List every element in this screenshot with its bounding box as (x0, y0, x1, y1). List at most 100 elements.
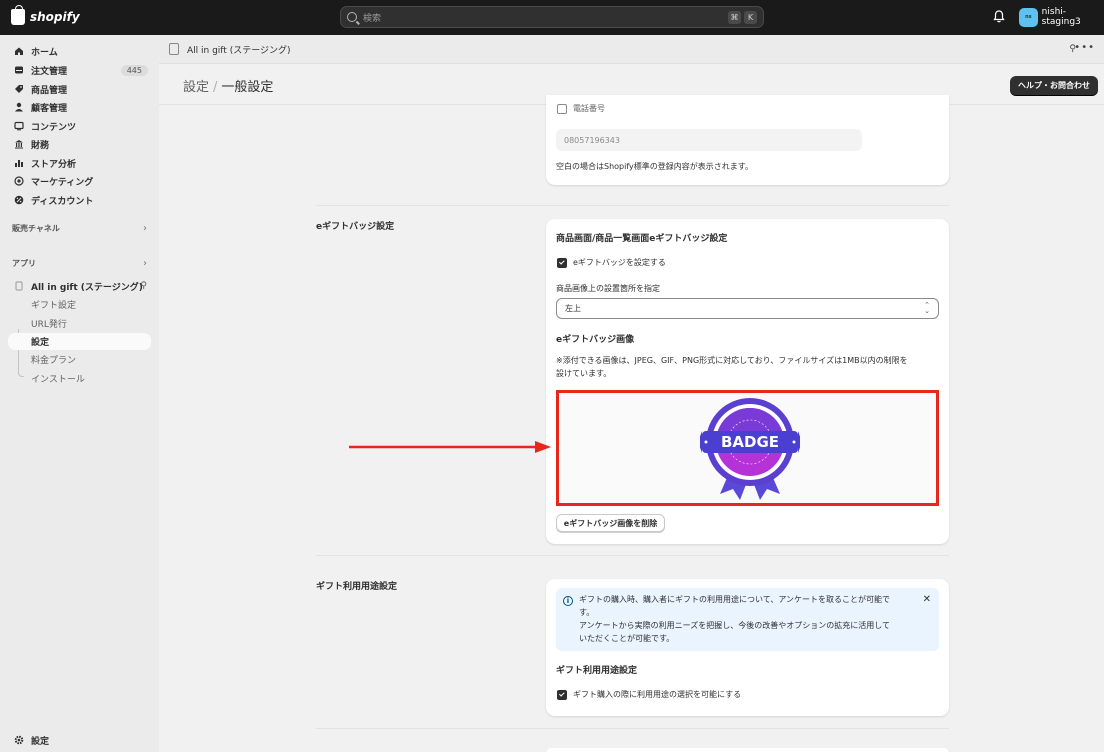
sidebar-subitem-install[interactable]: インストール (8, 370, 151, 387)
close-icon[interactable]: ✕ (923, 594, 931, 605)
badge-image-title: eギフトバッジ画像 (556, 335, 635, 345)
section-divider (316, 205, 949, 206)
inbox-icon (14, 65, 24, 75)
sidebar-item-discounts[interactable]: ディスカウント (8, 191, 151, 209)
sidebar-item-customers[interactable]: 顧客管理 (8, 98, 151, 116)
phone-checkbox-label: 電話番号 (573, 104, 605, 113)
info-icon: i (563, 596, 573, 606)
badge-image: BADGE (700, 398, 800, 500)
home-icon (14, 46, 24, 56)
phone-hint: 空白の場合はShopify標準の登録内容が表示されます。 (556, 162, 753, 171)
search-input[interactable]: 検索 ⌘ K (340, 6, 764, 28)
shopify-bag-icon (11, 5, 25, 25)
shortcut-cmd-key: ⌘ (728, 10, 741, 24)
next-card (546, 748, 949, 752)
sidebar-subitem-url[interactable]: URL発行 (8, 315, 151, 332)
main-area: All in gift (ステージング) ⚲ ••• 設定 / 一般設定 ヘルプ・お… (159, 35, 1104, 752)
store-switcher[interactable]: ns nishi-staging3 (1019, 7, 1104, 27)
tag-icon (14, 84, 24, 94)
shopify-logo[interactable]: shopify (11, 5, 80, 25)
badge-enable-row[interactable]: eギフトバッジを設定する (557, 257, 666, 268)
discount-icon (14, 195, 24, 205)
phone-value: 08057196343 (564, 135, 620, 145)
sidebar-item-label: 商品管理 (31, 85, 68, 96)
person-icon (14, 102, 24, 112)
sidebar-subitem-pricing[interactable]: 料金プラン (8, 351, 151, 368)
banner-line: いただくことが可能です。 (579, 634, 675, 643)
top-bar: shopify 検索 ⌘ K ns nishi-staging3 (0, 0, 1104, 35)
help-contact-button[interactable]: ヘルプ・お問合わせ (1010, 76, 1098, 95)
position-value: 左上 (565, 304, 581, 313)
badge-image-note-line2: 設けています。 (556, 369, 612, 378)
sidebar-subitem-gift-settings[interactable]: ギフト設定 (8, 296, 151, 313)
sidebar-item-finance[interactable]: 財務 (8, 135, 151, 153)
annotation-arrow (349, 441, 551, 453)
usage-checkbox[interactable] (557, 689, 567, 700)
sidebar-subitem-settings[interactable]: 設定 (8, 333, 151, 350)
bar-chart-icon (14, 158, 24, 168)
usage-section-title: ギフト利用用途設定 (316, 582, 398, 592)
sidebar-item-products[interactable]: 商品管理 (8, 80, 151, 98)
search-placeholder: 検索 (363, 13, 382, 24)
target-icon (14, 176, 24, 186)
breadcrumb-separator: / (213, 80, 218, 95)
sidebar-item-analytics[interactable]: ストア分析 (8, 154, 151, 172)
sidebar-item-orders[interactable]: 注文管理 445 (8, 61, 151, 79)
gear-icon (14, 735, 24, 745)
sidebar-item-label: コンテンツ (31, 122, 77, 133)
bell-icon[interactable] (993, 10, 1005, 23)
breadcrumb: 設定 / 一般設定 (183, 76, 273, 95)
badge-enable-label: eギフトバッジを設定する (573, 258, 666, 267)
sales-channels-label: 販売チャネル (12, 224, 60, 233)
more-actions-icon[interactable]: ••• (1074, 42, 1095, 53)
sidebar-item-content[interactable]: コンテンツ (8, 117, 151, 135)
subitem-label: インストール (31, 375, 85, 385)
usage-card: i ギフトの購入時、購入者にギフトの利用用途について、アンケートを取ることが可能… (546, 579, 949, 716)
apps-header[interactable]: アプリ (12, 258, 147, 269)
sidebar-item-home[interactable]: ホーム (8, 42, 151, 60)
sidebar-item-settings[interactable]: 設定 (8, 731, 151, 749)
sidebar-item-label: 顧客管理 (31, 103, 68, 114)
breadcrumb-parent[interactable]: 設定 (183, 80, 209, 95)
badge-text: BADGE (721, 433, 779, 451)
chevron-right-icon[interactable]: › (143, 258, 147, 269)
phone-checkbox-row[interactable]: 電話番号 (557, 103, 605, 114)
usage-subtitle: ギフト利用用途設定 (556, 666, 638, 676)
banner-line: ギフトの購入時、購入者にギフトの利用用途について、アンケートを取ることが可能で (579, 595, 891, 604)
sidebar-item-label: ディスカウント (31, 196, 94, 207)
sidebar-item-label: 設定 (31, 736, 50, 747)
position-label: 商品画像上の設置箇所を指定 (556, 284, 660, 293)
page-title: 一般設定 (221, 80, 274, 95)
badge-enable-checkbox[interactable] (557, 257, 567, 268)
sidebar-app-label: All in gift (ステージング) (31, 282, 143, 293)
content-icon (14, 121, 24, 131)
sales-channels-header[interactable]: 販売チャネル (12, 223, 147, 234)
apps-label: アプリ (12, 259, 36, 268)
orders-count-badge: 445 (120, 64, 148, 76)
badge-image-preview: BADGE (556, 390, 939, 506)
phone-card: 電話番号 08057196343 空白の場合はShopify標準の登録内容が表示… (546, 95, 949, 185)
delete-badge-image-button[interactable]: eギフトバッジ画像を削除 (556, 514, 665, 532)
phone-checkbox[interactable] (557, 103, 567, 114)
app-title: All in gift (ステージング) (187, 45, 291, 56)
badge-section-title: eギフトバッジ設定 (316, 222, 395, 232)
usage-checkbox-row[interactable]: ギフト購入の際に利用用途の選択を可能にする (557, 689, 741, 700)
app-icon (14, 281, 24, 291)
sidebar-item-label: ホーム (31, 47, 58, 58)
sidebar-item-label: マーケティング (31, 177, 94, 188)
app-icon (169, 43, 179, 55)
subitem-label: ギフト設定 (31, 301, 77, 311)
chevron-right-icon[interactable]: › (143, 223, 147, 234)
banner-line: す。 (579, 608, 595, 617)
sidebar-item-app-all-in-gift[interactable]: All in gift (ステージング) ⚲ (8, 277, 151, 295)
position-select[interactable]: 左上 ⌃ ⌄ (556, 298, 939, 319)
pin-icon[interactable]: ⚲ (140, 281, 147, 291)
phone-field[interactable]: 08057196343 (556, 129, 862, 151)
banner-line: アンケートから実際の利用ニーズを把握し、今後の改善やオプションの拡充に活用して (579, 621, 891, 630)
section-divider (316, 728, 949, 729)
store-name: nishi-staging3 (1041, 7, 1081, 27)
subitem-label: 料金プラン (31, 356, 77, 366)
sidebar-item-marketing[interactable]: マーケティング (8, 172, 151, 190)
sidebar-item-label: ストア分析 (31, 159, 77, 170)
section-divider (316, 555, 949, 556)
